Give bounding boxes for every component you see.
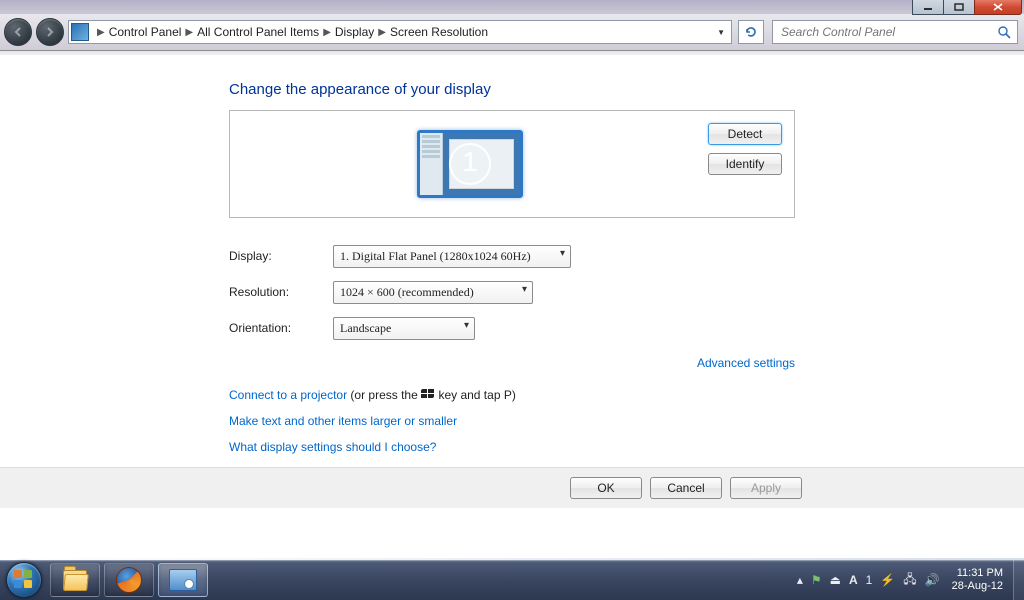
show-desktop-button[interactable]	[1013, 560, 1024, 600]
tray-time: 11:31 PM	[952, 567, 1003, 580]
taskbar: ▴ ⚑ ⏏ A 1 ⚡ 🖧 🔊 11:31 PM 28-Aug-12	[0, 560, 1024, 600]
search-box[interactable]	[772, 20, 1018, 44]
tray-date: 28-Aug-12	[952, 580, 1003, 593]
maximize-button[interactable]	[943, 0, 975, 15]
nav-forward-button[interactable]	[36, 18, 64, 46]
monitor-preview-box: 1 Detect Identify	[229, 110, 795, 218]
identify-button[interactable]: Identify	[708, 153, 782, 175]
close-button[interactable]	[974, 0, 1022, 15]
taskbar-item-firefox[interactable]	[104, 563, 154, 597]
label-display: Display:	[229, 249, 333, 263]
nav-back-button[interactable]	[4, 18, 32, 46]
text-size-link[interactable]: Make text and other items larger or smal…	[229, 414, 795, 428]
start-button[interactable]	[0, 560, 48, 600]
chevron-right-icon: ▶	[378, 27, 386, 38]
chevron-right-icon: ▶	[97, 27, 105, 38]
tray-clock[interactable]: 11:31 PM 28-Aug-12	[948, 567, 1007, 593]
tray-power-icon[interactable]: ⚡	[880, 573, 895, 587]
tray-language-number[interactable]: 1	[866, 573, 873, 587]
select-resolution-value: 1024 × 600 (recommended)	[340, 285, 474, 300]
folder-icon	[63, 570, 87, 590]
tray-language-letter[interactable]: A	[849, 573, 858, 587]
chevron-right-icon: ▶	[185, 27, 193, 38]
breadcrumb[interactable]: ▶ Control Panel ▶ All Control Panel Item…	[68, 20, 732, 44]
breadcrumb-seg-4[interactable]: Screen Resolution	[390, 25, 488, 39]
windows-key-icon	[421, 389, 435, 400]
projector-line: Connect to a projector (or press the key…	[229, 388, 795, 402]
window-titlebar	[0, 0, 1024, 14]
display-settings-icon	[169, 569, 197, 591]
select-orientation[interactable]: Landscape	[333, 317, 475, 340]
select-orientation-value: Landscape	[340, 321, 391, 336]
dialog-footer: OK Cancel Apply	[0, 467, 1024, 508]
ok-button[interactable]: OK	[570, 477, 642, 499]
chevron-right-icon: ▶	[323, 27, 331, 38]
help-link[interactable]: What display settings should I choose?	[229, 440, 795, 454]
taskbar-item-control-panel[interactable]	[158, 563, 208, 597]
tray-flag-icon[interactable]: ⚑	[811, 573, 822, 587]
select-display-value: 1. Digital Flat Panel (1280x1024 60Hz)	[340, 249, 531, 264]
connect-projector-link[interactable]: Connect to a projector	[229, 388, 347, 402]
refresh-icon	[744, 25, 758, 39]
firefox-icon	[116, 567, 142, 593]
label-resolution: Resolution:	[229, 285, 333, 299]
tray-safely-remove-icon[interactable]: ⏏	[830, 573, 841, 587]
select-display[interactable]: 1. Digital Flat Panel (1280x1024 60Hz)	[333, 245, 571, 268]
page-title: Change the appearance of your display	[229, 81, 795, 98]
breadcrumb-seg-1[interactable]: Control Panel	[109, 25, 182, 39]
detect-button[interactable]: Detect	[708, 123, 782, 145]
breadcrumb-seg-2[interactable]: All Control Panel Items	[197, 25, 319, 39]
search-input[interactable]	[779, 24, 973, 40]
breadcrumb-seg-3[interactable]: Display	[335, 25, 374, 39]
label-orientation: Orientation:	[229, 321, 333, 335]
select-resolution[interactable]: 1024 × 600 (recommended)	[333, 281, 533, 304]
refresh-button[interactable]	[738, 20, 764, 44]
system-tray: ▴ ⚑ ⏏ A 1 ⚡ 🖧 🔊 11:31 PM 28-Aug-12	[797, 567, 1013, 593]
tray-network-icon[interactable]: 🖧	[903, 570, 916, 591]
advanced-settings-link[interactable]: Advanced settings	[229, 356, 795, 370]
taskbar-item-explorer[interactable]	[50, 563, 100, 597]
search-icon	[997, 25, 1011, 39]
minimize-button[interactable]	[912, 0, 944, 15]
monitor-thumbnail[interactable]: 1	[417, 130, 523, 198]
monitor-number: 1	[449, 143, 491, 185]
chevron-down-icon[interactable]: ▼	[717, 28, 725, 37]
address-bar: ▶ Control Panel ▶ All Control Panel Item…	[0, 14, 1024, 51]
control-panel-icon	[71, 23, 89, 41]
apply-button[interactable]: Apply	[730, 477, 802, 499]
tray-volume-icon[interactable]: 🔊	[925, 573, 940, 587]
tray-chevron-icon[interactable]: ▴	[797, 573, 803, 587]
cancel-button[interactable]: Cancel	[650, 477, 722, 499]
